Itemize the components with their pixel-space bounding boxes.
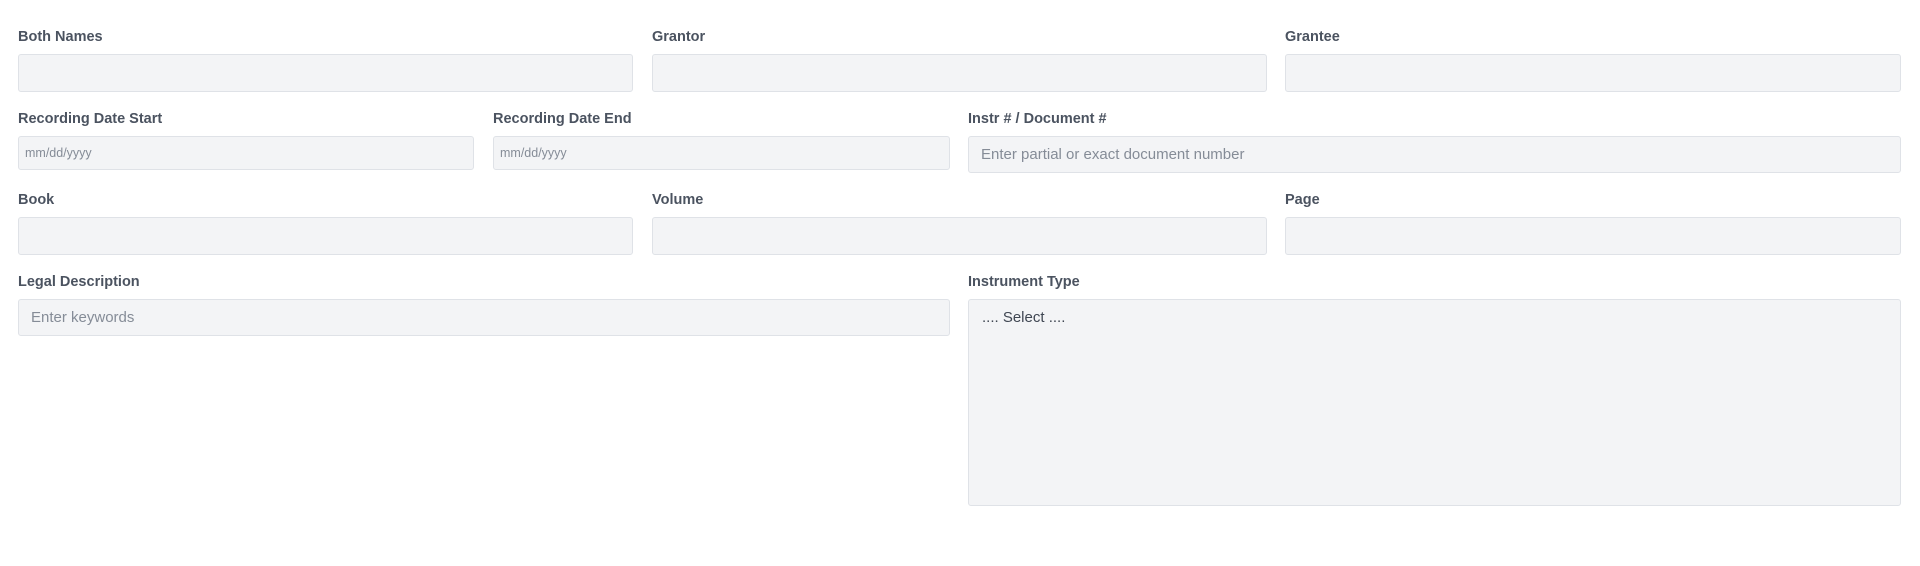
page-field: Page: [1285, 191, 1901, 255]
legal-description-label: Legal Description: [18, 274, 140, 290]
both-names-input[interactable]: [18, 54, 633, 92]
recording-date-end-field: Recording Date End: [493, 110, 950, 170]
grantee-field: Grantee: [1285, 28, 1901, 92]
grantor-input[interactable]: [652, 54, 1267, 92]
document-number-input[interactable]: [968, 136, 1901, 173]
document-number-label: Instr # / Document #: [968, 111, 1107, 127]
grantor-label: Grantor: [652, 29, 706, 45]
grantee-label: Grantee: [1285, 29, 1340, 45]
instrument-type-label: Instrument Type: [968, 274, 1080, 290]
volume-field: Volume: [652, 191, 1267, 255]
book-label: Book: [18, 192, 55, 208]
volume-input[interactable]: [652, 217, 1267, 255]
both-names-label: Both Names: [18, 29, 103, 45]
page-label: Page: [1285, 192, 1320, 208]
instrument-type-field: Instrument Type .... Select ....: [968, 273, 1901, 506]
document-number-field: Instr # / Document #: [968, 110, 1901, 173]
recording-date-start-field: Recording Date Start: [18, 110, 474, 170]
grantor-field: Grantor: [652, 28, 1267, 92]
recording-date-start-label: Recording Date Start: [18, 111, 163, 127]
recording-date-end-label: Recording Date End: [493, 111, 632, 127]
legal-description-input[interactable]: [18, 299, 950, 336]
volume-label: Volume: [652, 192, 704, 208]
both-names-field: Both Names: [18, 28, 633, 92]
book-input[interactable]: [18, 217, 633, 255]
recording-date-end-input[interactable]: [493, 136, 950, 170]
book-field: Book: [18, 191, 633, 255]
legal-description-field: Legal Description: [18, 273, 950, 336]
grantee-input[interactable]: [1285, 54, 1901, 92]
search-form: Both Names Grantor Grantee Recording Dat…: [0, 0, 1920, 566]
instrument-type-selected-option[interactable]: .... Select ....: [982, 309, 1887, 326]
page-input[interactable]: [1285, 217, 1901, 255]
instrument-type-select[interactable]: .... Select ....: [968, 299, 1901, 506]
recording-date-start-input[interactable]: [18, 136, 474, 170]
